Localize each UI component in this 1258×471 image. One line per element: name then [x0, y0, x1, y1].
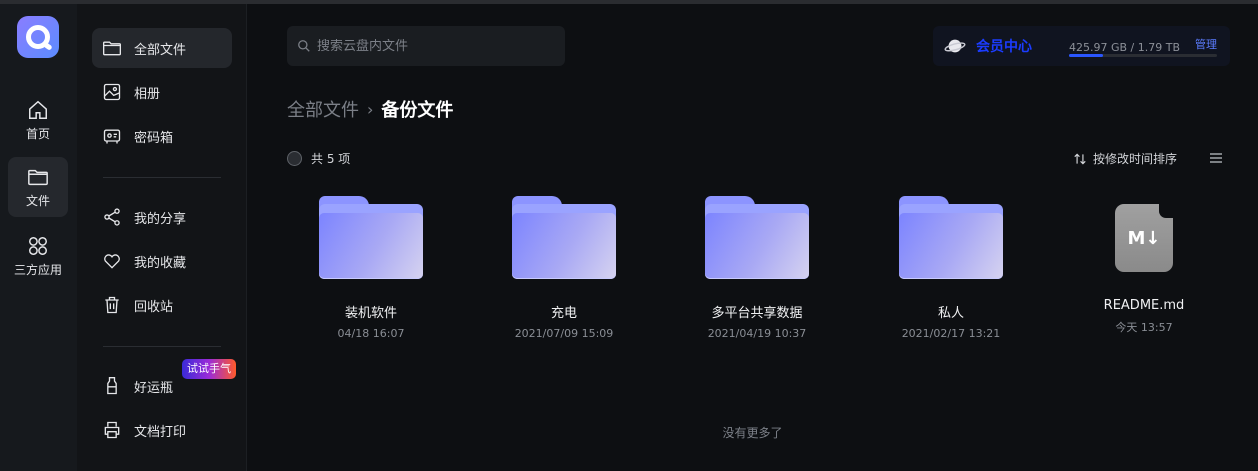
storage-usage-text: 425.97 GB / 1.79 TB — [1069, 41, 1181, 54]
rail-item-label: 三方应用 — [13, 262, 62, 277]
breadcrumb-separator: › — [367, 99, 374, 119]
file-name: 多平台共享数据 — [711, 306, 803, 321]
file-tile[interactable]: 装机软件 04/18 16:07 — [281, 190, 461, 340]
heart-icon — [104, 254, 120, 269]
folder-icon — [319, 196, 423, 284]
folder-icon — [103, 41, 121, 56]
bottle-icon — [107, 377, 117, 395]
vip-center-link[interactable]: 会员中心 — [976, 36, 1032, 56]
no-more-footer: 没有更多了 — [0, 424, 1258, 441]
folder-icon — [512, 196, 616, 284]
rail-item-files[interactable]: 文件 — [8, 157, 68, 217]
sidebar-item-recycle-bin[interactable]: 回收站 — [92, 285, 232, 325]
select-all-checkbox[interactable] — [287, 151, 302, 166]
file-date: 2021/04/19 10:37 — [707, 327, 807, 340]
storage-quota: 425.97 GB / 1.79 TB 管理 — [1069, 36, 1219, 57]
sidebar-item-label: 密码箱 — [134, 130, 174, 146]
storage-progress-bar — [1069, 54, 1217, 57]
file-name: 装机软件 — [344, 306, 397, 321]
vip-panel: 会员中心 425.97 GB / 1.79 TB 管理 — [933, 26, 1230, 66]
manage-storage-link[interactable]: 管理 — [1195, 36, 1217, 52]
markdown-file-icon: M↓ — [1115, 204, 1173, 272]
file-date: 今天 13:57 — [1115, 321, 1173, 334]
markdown-badge: M↓ — [1127, 228, 1161, 249]
safe-box-icon — [103, 129, 121, 144]
file-name: 充电 — [550, 306, 577, 321]
folder-icon — [705, 196, 809, 284]
breadcrumb: 全部文件 › 备份文件 — [287, 96, 453, 122]
file-tile[interactable]: M↓ README.md 今天 13:57 — [1054, 190, 1234, 340]
search-input[interactable] — [317, 38, 547, 54]
sidebar-item-label: 回收站 — [134, 299, 174, 315]
file-date: 2021/07/09 15:09 — [514, 327, 614, 340]
rail-item-label: 首页 — [25, 126, 50, 141]
rail-item-apps[interactable]: 三方应用 — [8, 226, 68, 286]
file-tile[interactable]: 私人 2021/02/17 13:21 — [861, 190, 1041, 340]
home-icon — [29, 100, 47, 119]
app-rail: 首页 文件 三方应用 — [0, 4, 77, 471]
photo-icon — [103, 83, 121, 101]
sidebar-item-my-share[interactable]: 我的分享 — [92, 197, 232, 237]
search-icon — [298, 40, 310, 52]
trash-icon — [105, 296, 119, 314]
sidebar-item-label: 相册 — [134, 86, 161, 102]
sidebar: 全部文件 相册 密码箱 我的分享 我的收藏 回收站 好运瓶 试试手气 文档打印 — [77, 4, 247, 471]
list-view-icon[interactable] — [1208, 150, 1224, 166]
share-icon — [104, 208, 120, 226]
file-tile[interactable]: 充电 2021/07/09 15:09 — [474, 190, 654, 340]
no-more-text: 没有更多了 — [722, 426, 783, 440]
folder-icon — [28, 169, 48, 185]
item-count: 共 5 项 — [311, 152, 351, 166]
sidebar-item-all-files[interactable]: 全部文件 — [92, 28, 232, 68]
sidebar-item-album[interactable]: 相册 — [92, 72, 232, 112]
planet-icon — [944, 39, 966, 53]
file-name: 私人 — [937, 306, 964, 321]
storage-progress-fill — [1069, 54, 1104, 57]
sidebar-divider — [103, 346, 221, 347]
app-logo-icon[interactable] — [17, 16, 59, 58]
breadcrumb-current: 备份文件 — [381, 100, 454, 121]
sidebar-item-label: 我的分享 — [134, 211, 187, 227]
sort-arrows-icon — [1074, 153, 1086, 164]
file-tile[interactable]: 多平台共享数据 2021/04/19 10:37 — [667, 190, 847, 340]
item-count-bar: 共 5 项 — [287, 150, 350, 167]
sidebar-item-label: 我的收藏 — [134, 255, 187, 271]
search-box[interactable] — [287, 26, 565, 66]
sidebar-item-label: 全部文件 — [134, 42, 187, 58]
sort-label: 按修改时间排序 — [1093, 152, 1178, 166]
file-date: 2021/02/17 13:21 — [901, 327, 1001, 340]
try-luck-badge[interactable]: 试试手气 — [182, 359, 236, 379]
apps-grid-icon — [29, 236, 47, 255]
rail-item-home[interactable]: 首页 — [8, 90, 68, 150]
sort-button[interactable]: 按修改时间排序 — [1073, 150, 1177, 167]
rail-item-label: 文件 — [25, 193, 50, 208]
folder-icon — [899, 196, 1003, 284]
file-name: README.md — [1103, 298, 1185, 313]
file-date: 04/18 16:07 — [337, 327, 405, 340]
sidebar-item-favorites[interactable]: 我的收藏 — [92, 241, 232, 281]
sidebar-divider — [103, 177, 221, 178]
breadcrumb-parent[interactable]: 全部文件 — [287, 96, 359, 122]
sidebar-item-label: 好运瓶 — [134, 380, 174, 396]
sidebar-item-safe[interactable]: 密码箱 — [92, 116, 232, 156]
